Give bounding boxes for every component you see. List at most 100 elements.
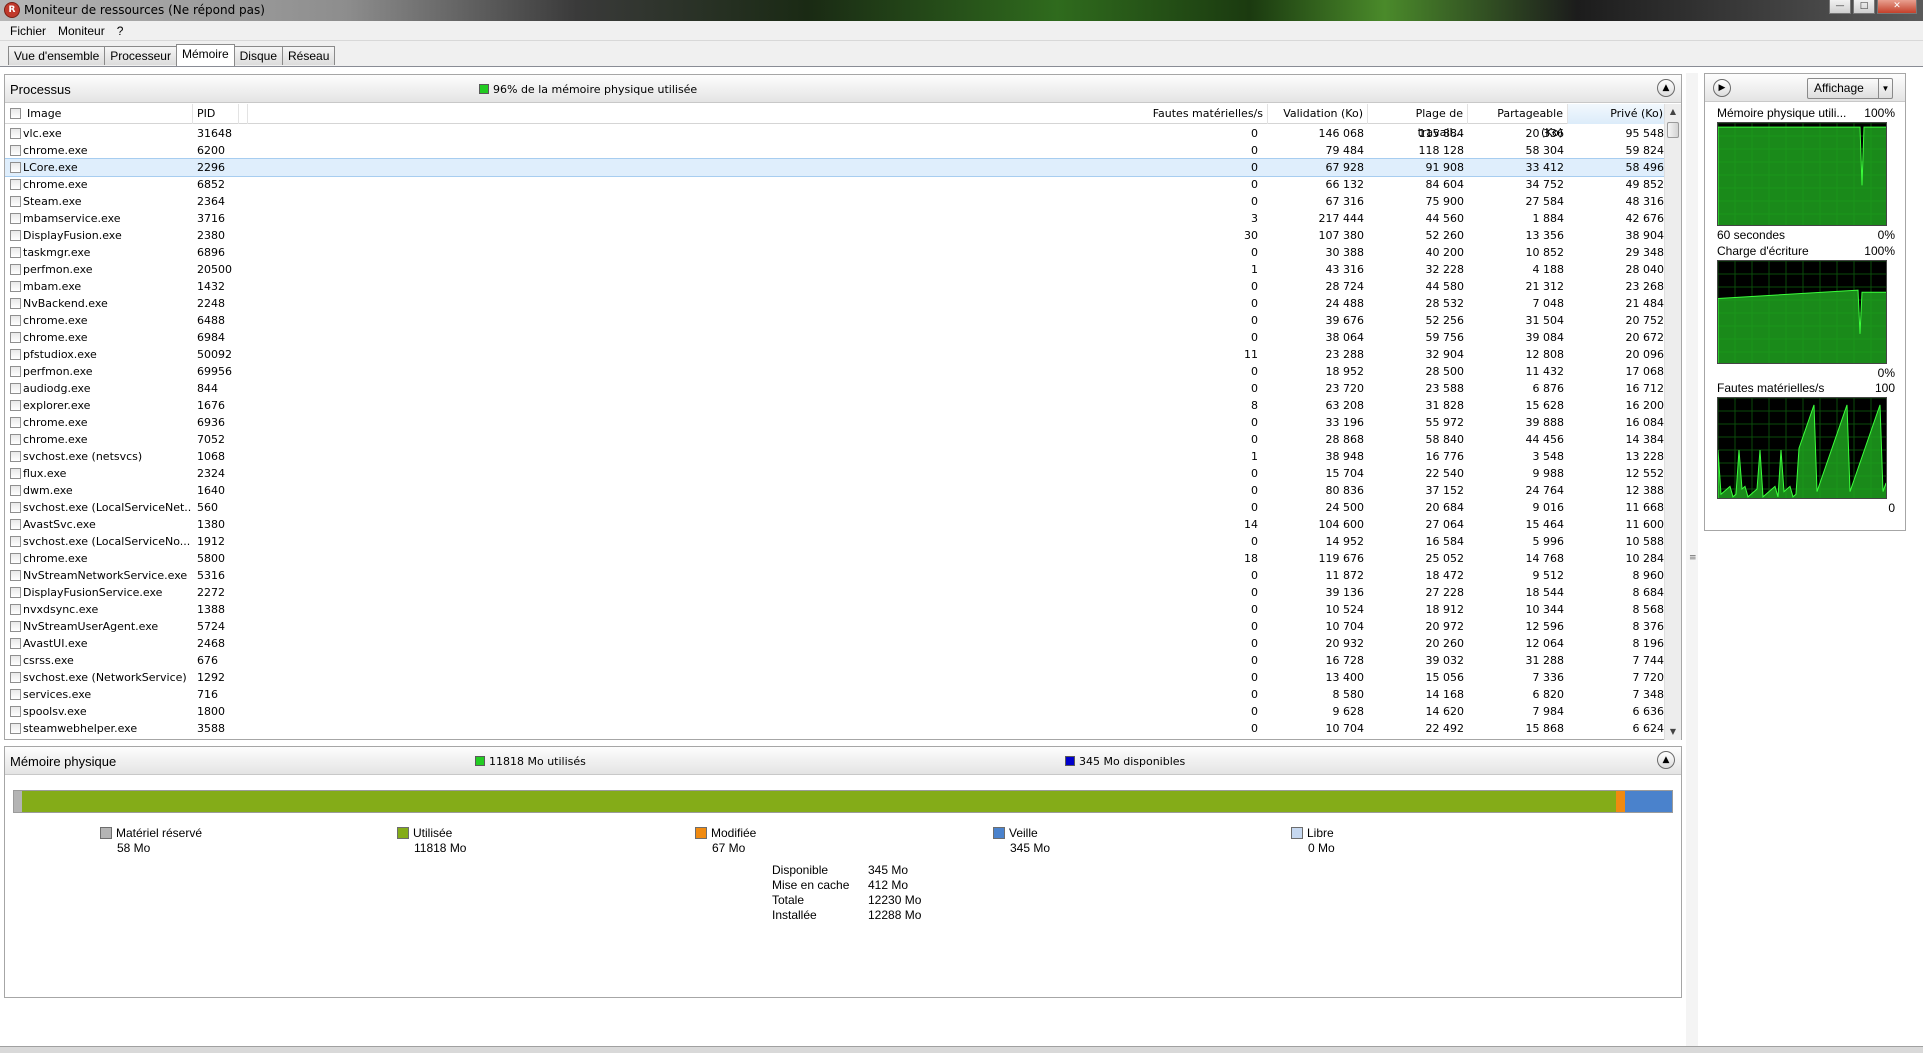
collapse-processes-button[interactable]: ▲ <box>1657 79 1675 97</box>
table-row[interactable]: steamwebhelper.exe 3588 0 10 704 22 492 15 86… <box>5 720 1665 737</box>
row-checkbox[interactable] <box>10 672 21 683</box>
tab-processor[interactable]: Processeur <box>104 46 177 65</box>
row-checkbox[interactable] <box>10 400 21 411</box>
table-row[interactable]: flux.exe 2324 0 15 704 22 540 9 988 12 552 <box>5 465 1665 482</box>
tab-disk[interactable]: Disque <box>233 46 283 65</box>
row-checkbox[interactable] <box>10 723 21 734</box>
row-checkbox[interactable] <box>10 247 21 258</box>
table-row[interactable]: Steam.exe 2364 0 67 316 75 900 27 584 48 316 <box>5 193 1665 210</box>
table-row[interactable]: LCore.exe 2296 0 67 928 91 908 33 412 58 496 <box>5 158 1665 177</box>
table-row[interactable]: chrome.exe 6984 0 38 064 59 756 39 084 20 672 <box>5 329 1665 346</box>
table-row[interactable]: mbam.exe 1432 0 28 724 44 580 21 312 23 268 <box>5 278 1665 295</box>
row-checkbox[interactable] <box>10 604 21 615</box>
table-row[interactable]: svchost.exe (LocalServiceNet... 560 0 24 50… <box>5 499 1665 516</box>
row-checkbox[interactable] <box>10 502 21 513</box>
table-row[interactable]: perfmon.exe 20500 1 43 316 32 228 4 188 28 040 <box>5 261 1665 278</box>
tab-network[interactable]: Réseau <box>282 46 336 65</box>
title-bar[interactable]: R Moniteur de ressources (Ne répond pas)… <box>0 0 1923 21</box>
row-checkbox[interactable] <box>10 468 21 479</box>
row-checkbox[interactable] <box>10 451 21 462</box>
maximize-button[interactable]: □ <box>1853 0 1875 14</box>
table-row[interactable]: NvStreamUserAgent.exe 5724 0 10 704 20 972 12… <box>5 618 1665 635</box>
table-row[interactable]: audiodg.exe 844 0 23 720 23 588 6 876 16 712 <box>5 380 1665 397</box>
table-row[interactable]: services.exe 716 0 8 580 14 168 6 820 7 348 <box>5 686 1665 703</box>
tab-overview[interactable]: Vue d'ensemble <box>8 46 106 65</box>
physical-memory-header[interactable]: Mémoire physique 11818 Mo utilisés 345 M… <box>5 747 1681 775</box>
table-row[interactable]: mbamservice.exe 3716 3 217 444 44 560 1 884 42… <box>5 210 1665 227</box>
table-row[interactable]: csrss.exe 676 0 16 728 39 032 31 288 7 744 <box>5 652 1665 669</box>
row-checkbox[interactable] <box>10 434 21 445</box>
row-checkbox[interactable] <box>10 179 21 190</box>
col-private[interactable]: Privé (Ko) <box>1568 104 1668 124</box>
table-row[interactable]: chrome.exe 6200 0 79 484 118 128 58 304 59 824 <box>5 142 1665 159</box>
row-checkbox[interactable] <box>10 196 21 207</box>
row-checkbox[interactable] <box>10 281 21 292</box>
col-shareable[interactable]: Partageable (Ko) <box>1468 104 1568 139</box>
row-checkbox[interactable] <box>10 145 21 156</box>
row-checkbox[interactable] <box>10 587 21 598</box>
row-checkbox[interactable] <box>10 655 21 666</box>
row-checkbox[interactable] <box>10 298 21 309</box>
scroll-down-icon[interactable]: ▼ <box>1665 724 1681 740</box>
table-row[interactable]: NvBackend.exe 2248 0 24 488 28 532 7 048 21 48… <box>5 295 1665 312</box>
close-button[interactable]: ✕ <box>1877 0 1917 14</box>
row-checkbox[interactable] <box>10 706 21 717</box>
scroll-thumb[interactable] <box>1667 122 1679 138</box>
select-all-checkbox[interactable] <box>10 108 21 119</box>
col-hard-faults[interactable]: Fautes matérielles/s <box>1005 104 1268 124</box>
table-row[interactable]: svchost.exe (netsvcs) 1068 1 38 948 16 776 3 … <box>5 448 1665 465</box>
table-row[interactable]: nvxdsync.exe 1388 0 10 524 18 912 10 344 8 568 <box>5 601 1665 618</box>
row-checkbox[interactable] <box>10 519 21 530</box>
row-checkbox[interactable] <box>10 553 21 564</box>
table-row[interactable]: AvastSvc.exe 1380 14 104 600 27 064 15 464 11 … <box>5 516 1665 533</box>
menu-help[interactable]: ? <box>111 21 130 40</box>
row-checkbox[interactable] <box>10 264 21 275</box>
table-row[interactable]: DisplayFusion.exe 2380 30 107 380 52 260 13 3… <box>5 227 1665 244</box>
row-checkbox[interactable] <box>10 417 21 428</box>
table-row[interactable]: taskmgr.exe 6896 0 30 388 40 200 10 852 29 348 <box>5 244 1665 261</box>
col-image[interactable]: Image <box>23 104 193 124</box>
table-row[interactable]: chrome.exe 6852 0 66 132 84 604 34 752 49 852 <box>5 176 1665 193</box>
table-row[interactable]: DisplayFusionService.exe 2272 0 39 136 27 22… <box>5 584 1665 601</box>
row-checkbox[interactable] <box>10 570 21 581</box>
menu-moniteur[interactable]: Moniteur <box>52 21 111 40</box>
row-checkbox[interactable] <box>10 689 21 700</box>
row-checkbox[interactable] <box>10 162 21 173</box>
table-row[interactable]: chrome.exe 6936 0 33 196 55 972 39 888 16 084 <box>5 414 1665 431</box>
scroll-up-icon[interactable]: ▲ <box>1665 104 1681 120</box>
table-row[interactable]: AvastUI.exe 2468 0 20 932 20 260 12 064 8 196 <box>5 635 1665 652</box>
row-checkbox[interactable] <box>10 366 21 377</box>
processes-header[interactable]: Processus 96% de la mémoire physique uti… <box>5 75 1681 103</box>
table-row[interactable]: explorer.exe 1676 8 63 208 31 828 15 628 16 20… <box>5 397 1665 414</box>
row-checkbox[interactable] <box>10 383 21 394</box>
col-working-set[interactable]: Plage de travail... <box>1368 104 1468 139</box>
table-row[interactable]: vlc.exe 31648 0 146 068 115 884 20 336 95 548 <box>5 125 1665 142</box>
menu-fichier[interactable]: Fichier <box>4 21 52 40</box>
processes-scrollbar[interactable]: ▲ ▼ <box>1664 104 1681 740</box>
table-row[interactable]: chrome.exe 6488 0 39 676 52 256 31 504 20 752 <box>5 312 1665 329</box>
tab-memory[interactable]: Mémoire <box>175 44 235 66</box>
row-checkbox[interactable] <box>10 536 21 547</box>
table-row[interactable]: dwm.exe 1640 0 80 836 37 152 24 764 12 388 <box>5 482 1665 499</box>
table-row[interactable]: pfstudiox.exe 50092 11 23 288 32 904 12 808 20… <box>5 346 1665 363</box>
row-checkbox[interactable] <box>10 128 21 139</box>
row-checkbox[interactable] <box>10 315 21 326</box>
table-row[interactable]: spoolsv.exe 1800 0 9 628 14 620 7 984 6 636 <box>5 703 1665 720</box>
collapse-graphs-button[interactable]: ▶ <box>1713 79 1731 97</box>
row-checkbox[interactable] <box>10 213 21 224</box>
row-checkbox[interactable] <box>10 332 21 343</box>
pane-splitter[interactable]: ≡ <box>1686 73 1698 1049</box>
table-row[interactable]: NvStreamNetworkService.exe 5316 0 11 872 18 … <box>5 567 1665 584</box>
row-checkbox[interactable] <box>10 621 21 632</box>
table-row[interactable]: chrome.exe 5800 18 119 676 25 052 14 768 10 28… <box>5 550 1665 567</box>
row-checkbox[interactable] <box>10 230 21 241</box>
row-checkbox[interactable] <box>10 485 21 496</box>
table-row[interactable]: svchost.exe (NetworkService) 1292 0 13 400 1… <box>5 669 1665 686</box>
table-row[interactable]: svchost.exe (LocalServiceNo... 1912 0 14 95… <box>5 533 1665 550</box>
table-row[interactable]: perfmon.exe 69956 0 18 952 28 500 11 432 17 06… <box>5 363 1665 380</box>
col-commit[interactable]: Validation (Ko) <box>1268 104 1368 124</box>
view-dropdown-button[interactable]: Affichage ▼ <box>1807 78 1893 99</box>
row-checkbox[interactable] <box>10 349 21 360</box>
table-row[interactable]: chrome.exe 7052 0 28 868 58 840 44 456 14 384 <box>5 431 1665 448</box>
col-pid[interactable]: PID <box>193 104 239 124</box>
